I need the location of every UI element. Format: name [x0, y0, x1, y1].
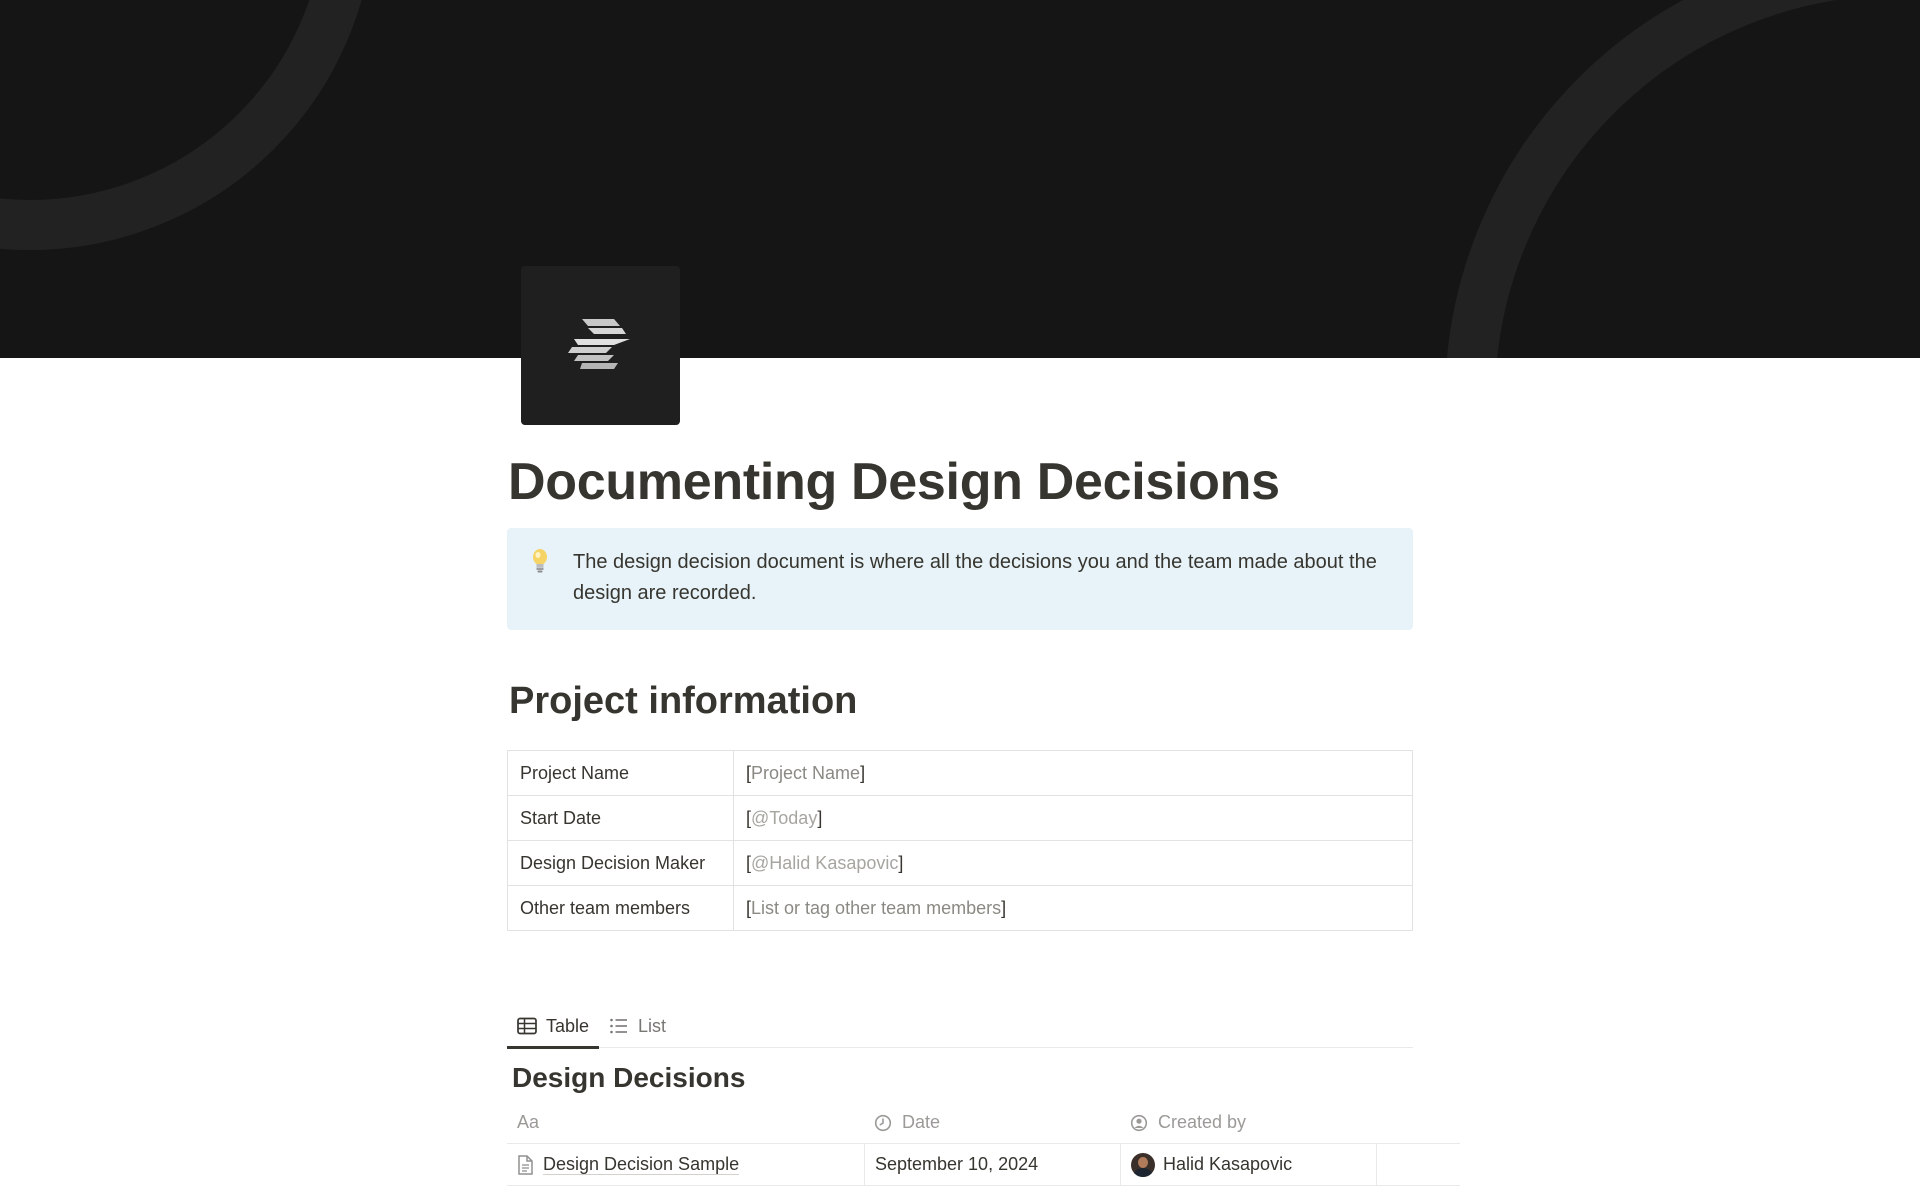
info-value[interactable]: [List or tag other team members]	[733, 885, 1413, 931]
database-header-row: Aa Date Created by	[507, 1102, 1460, 1144]
page-icon[interactable]	[521, 266, 680, 425]
info-value[interactable]: [@Today]	[733, 795, 1413, 841]
column-header-created-by[interactable]: Created by	[1120, 1102, 1376, 1143]
row-created-by: Halid Kasapovic	[1163, 1154, 1293, 1174]
row-name-cell[interactable]: Design Decision Sample	[507, 1144, 864, 1185]
info-key[interactable]: Project Name	[507, 750, 734, 796]
project-info-table: Project Name [Project Name] Start Date [@To…	[507, 750, 1413, 931]
info-key[interactable]: Start Date	[507, 795, 734, 841]
column-header-date-label: Date	[902, 1112, 941, 1132]
table-row[interactable]: Design Decision Sample September 10, 202…	[507, 1144, 1460, 1186]
info-value[interactable]: [@Halid Kasapovic]	[733, 840, 1413, 886]
info-key[interactable]: Design Decision Maker	[507, 840, 734, 886]
person-circle-icon	[1130, 1114, 1148, 1131]
callout-text[interactable]: The design decision document is where al…	[573, 547, 1393, 630]
lightbulb-icon	[533, 549, 547, 573]
info-key[interactable]: Other team members	[507, 885, 734, 931]
tab-table-label: Table	[546, 1015, 590, 1036]
section-heading[interactable]: Project information	[509, 680, 857, 723]
row-created-by-cell[interactable]: Halid Kasapovic	[1120, 1144, 1376, 1185]
page-title[interactable]: Documenting Design Decisions	[508, 452, 1280, 512]
column-header-empty	[1376, 1102, 1460, 1143]
info-value-placeholder: @Halid Kasapovic	[751, 852, 899, 873]
bracket-close: ]	[860, 762, 866, 783]
row-empty-cell[interactable]	[1376, 1144, 1460, 1185]
page-cover[interactable]	[0, 0, 1920, 358]
column-header-created-by-label: Created by	[1158, 1112, 1247, 1132]
column-header-name[interactable]: Aa	[507, 1102, 864, 1143]
clock-icon	[874, 1114, 892, 1131]
database-title[interactable]: Design Decisions	[512, 1062, 745, 1094]
info-row: Start Date [@Today]	[507, 795, 1413, 841]
page-icon-small	[518, 1154, 533, 1175]
row-date-cell[interactable]: September 10, 2024	[864, 1144, 1120, 1185]
avatar	[1131, 1152, 1155, 1177]
tab-table[interactable]: Table	[507, 1004, 600, 1049]
info-value-placeholder: @Today	[751, 807, 818, 828]
bracket-close: ]	[898, 852, 904, 873]
row-name-link[interactable]: Design Decision Sample	[543, 1154, 740, 1175]
tab-list[interactable]: List	[599, 1004, 676, 1048]
bracket-close: ]	[817, 807, 823, 828]
row-date: September 10, 2024	[875, 1154, 1039, 1174]
list-icon	[610, 1018, 628, 1034]
tab-list-label: List	[638, 1015, 667, 1036]
bracket-close: ]	[1001, 897, 1007, 918]
stacked-stripes-logo-icon	[567, 318, 630, 369]
callout-block[interactable]: The design decision document is where al…	[507, 528, 1413, 630]
table-icon	[517, 1017, 537, 1035]
column-header-name-label: Aa	[517, 1112, 540, 1132]
info-value-placeholder: Project Name	[751, 762, 861, 783]
column-header-date[interactable]: Date	[864, 1102, 1120, 1143]
info-row: Other team members [List or tag other tea…	[507, 885, 1413, 931]
cover-decoration	[0, 0, 1838, 358]
view-tabs: Table List	[507, 1004, 1413, 1049]
info-value[interactable]: [Project Name]	[733, 750, 1413, 796]
info-value-placeholder: List or tag other team members	[751, 897, 1002, 918]
info-row: Project Name [Project Name]	[507, 750, 1413, 796]
info-row: Design Decision Maker [@Halid Kasapovic]	[507, 840, 1413, 886]
